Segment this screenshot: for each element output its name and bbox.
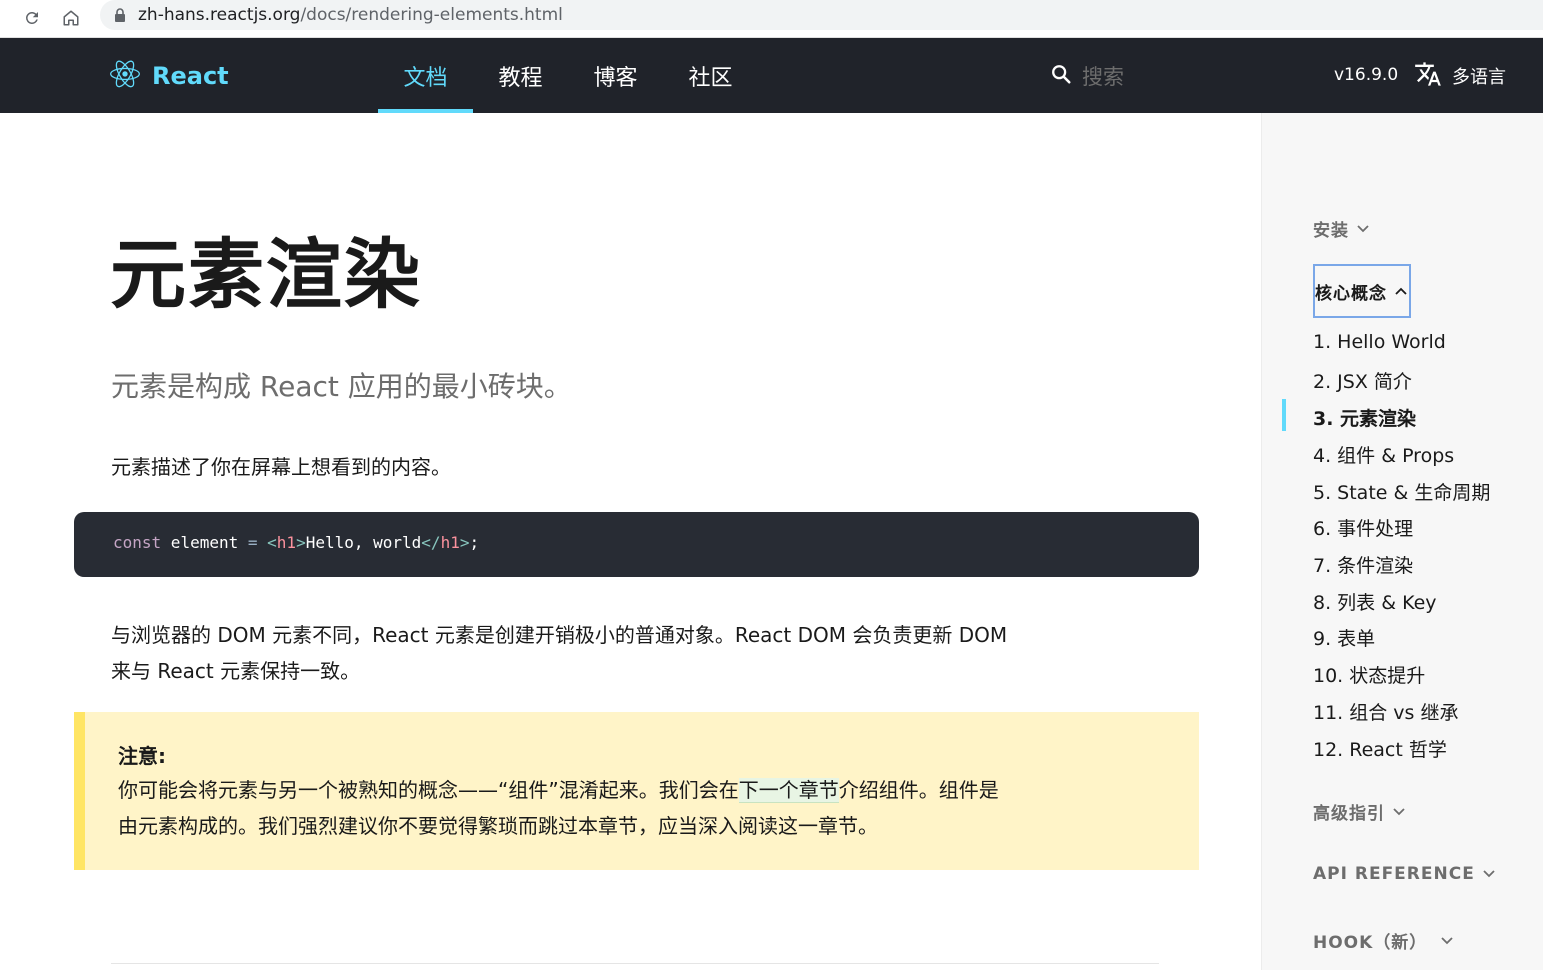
code-text: Hello, world bbox=[305, 533, 422, 552]
nav-tabs: 文档 教程 博客 社区 bbox=[378, 38, 758, 113]
translate-icon bbox=[1414, 60, 1442, 93]
lock-icon bbox=[114, 8, 126, 22]
code-punct: </ bbox=[421, 533, 441, 552]
react-logo-icon bbox=[110, 60, 140, 92]
chevron-down-icon bbox=[1441, 936, 1453, 945]
home-icon[interactable] bbox=[57, 4, 85, 32]
sidebar-item-thinking-in-react[interactable]: 12. React 哲学 bbox=[1313, 735, 1447, 762]
sidebar-item-composition[interactable]: 11. 组合 vs 继承 bbox=[1313, 698, 1458, 725]
chevron-up-icon bbox=[1395, 287, 1407, 295]
section-label: 高级指引 bbox=[1313, 804, 1385, 824]
note-text: 你可能会将元素与另一个被熟知的概念——“组件”混淆起来。我们会在 bbox=[118, 778, 739, 802]
code-block: const element = <h1>Hello, world</h1>; bbox=[74, 512, 1199, 577]
sidebar-section-api-reference[interactable]: API REFERENCE bbox=[1313, 864, 1495, 884]
paragraph-intro: 元素描述了你在屏幕上想看到的内容。 bbox=[111, 455, 451, 479]
tab-community[interactable]: 社区 bbox=[663, 38, 758, 113]
current-item-marker bbox=[1282, 399, 1286, 431]
tab-blog[interactable]: 博客 bbox=[568, 38, 663, 113]
code-keyword: const bbox=[113, 533, 162, 552]
sidebar-item-state-lifecycle[interactable]: 5. State & 生命周期 bbox=[1313, 478, 1490, 505]
sidebar-item-lifting-state[interactable]: 10. 状态提升 bbox=[1313, 661, 1425, 688]
section-label: HOOK（新） bbox=[1313, 933, 1428, 953]
sidebar-section-hooks[interactable]: HOOK（新） bbox=[1313, 928, 1453, 953]
address-bar[interactable]: zh-hans.reactjs.org/docs/rendering-eleme… bbox=[100, 0, 1543, 30]
search-box[interactable]: 搜索 bbox=[1050, 62, 1124, 90]
code-punct: > bbox=[296, 533, 306, 552]
note-title: 注意: bbox=[118, 744, 166, 768]
page-title: 元素渲染 bbox=[110, 230, 422, 319]
sidebar-section-advanced[interactable]: 高级指引 bbox=[1313, 799, 1405, 824]
section-label: 安装 bbox=[1313, 221, 1349, 241]
sidebar-item-forms[interactable]: 9. 表单 bbox=[1313, 624, 1375, 651]
note-body: 你可能会将元素与另一个被熟知的概念——“组件”混淆起来。我们会在下一个章节介绍组… bbox=[118, 772, 1018, 844]
chevron-down-icon bbox=[1357, 224, 1369, 233]
url-host: zh-hans.reactjs.org bbox=[138, 5, 301, 25]
top-navigation: React 文档 教程 博客 社区 搜索 v16.9.0 多语言 bbox=[0, 38, 1543, 113]
paragraph-dom: 与浏览器的 DOM 元素不同，React 元素是创建开销极小的普通对象。Reac… bbox=[111, 623, 1008, 683]
language-label: 多语言 bbox=[1452, 67, 1506, 88]
logo-text: React bbox=[152, 62, 229, 90]
sidebar-item-lists-keys[interactable]: 8. 列表 & Key bbox=[1313, 588, 1437, 615]
code-punct: < bbox=[267, 533, 277, 552]
sidebar-section-install[interactable]: 安装 bbox=[1313, 216, 1369, 241]
sidebar-section-core-concepts[interactable]: 核心概念 bbox=[1313, 264, 1411, 318]
sidebar-item-components-props[interactable]: 4. 组件 & Props bbox=[1313, 441, 1454, 468]
sidebar-item-rendering-elements[interactable]: 3. 元素渲染 bbox=[1313, 404, 1416, 431]
sidebar-item-conditional[interactable]: 7. 条件渲染 bbox=[1313, 551, 1413, 578]
docs-sidebar: 安装 核心概念 1. Hello World 2. JSX 简介 3. 元素渲染… bbox=[1261, 113, 1543, 970]
chevron-down-icon bbox=[1483, 870, 1495, 878]
chevron-down-icon bbox=[1393, 807, 1405, 816]
url-path: /docs/rendering-elements.html bbox=[300, 5, 563, 25]
language-switcher[interactable]: 多语言 bbox=[1414, 60, 1506, 92]
code-semicolon: ; bbox=[469, 533, 480, 552]
section-label: API REFERENCE bbox=[1313, 864, 1475, 884]
reload-icon[interactable] bbox=[18, 4, 46, 32]
page-subtitle: 元素是构成 React 应用的最小砖块。 bbox=[111, 370, 572, 403]
code-tag: h1 bbox=[440, 533, 460, 552]
code-tag: h1 bbox=[276, 533, 297, 552]
code-variable: element bbox=[161, 533, 248, 552]
tab-docs[interactable]: 文档 bbox=[378, 38, 473, 113]
section-label: 核心概念 bbox=[1315, 283, 1387, 304]
version-link[interactable]: v16.9.0 bbox=[1334, 65, 1398, 85]
sidebar-item-events[interactable]: 6. 事件处理 bbox=[1313, 514, 1413, 541]
next-chapter-link[interactable]: 下一个章节 bbox=[738, 778, 839, 803]
divider bbox=[111, 963, 1159, 964]
tab-tutorial[interactable]: 教程 bbox=[473, 38, 568, 113]
search-icon bbox=[1050, 63, 1072, 89]
code-operator: = bbox=[247, 533, 258, 552]
search-input[interactable]: 搜索 bbox=[1082, 61, 1124, 91]
sidebar-item-jsx[interactable]: 2. JSX 简介 bbox=[1313, 367, 1412, 394]
article-content: 元素渲染 元素是构成 React 应用的最小砖块。 元素描述了你在屏幕上想看到的… bbox=[0, 113, 1261, 970]
react-logo-link[interactable]: React bbox=[110, 60, 229, 92]
sidebar-item-hello-world[interactable]: 1. Hello World bbox=[1313, 331, 1446, 353]
browser-toolbar: zh-hans.reactjs.org/docs/rendering-eleme… bbox=[0, 0, 1543, 38]
note-callout: 注意: 你可能会将元素与另一个被熟知的概念——“组件”混淆起来。我们会在下一个章… bbox=[74, 712, 1199, 870]
